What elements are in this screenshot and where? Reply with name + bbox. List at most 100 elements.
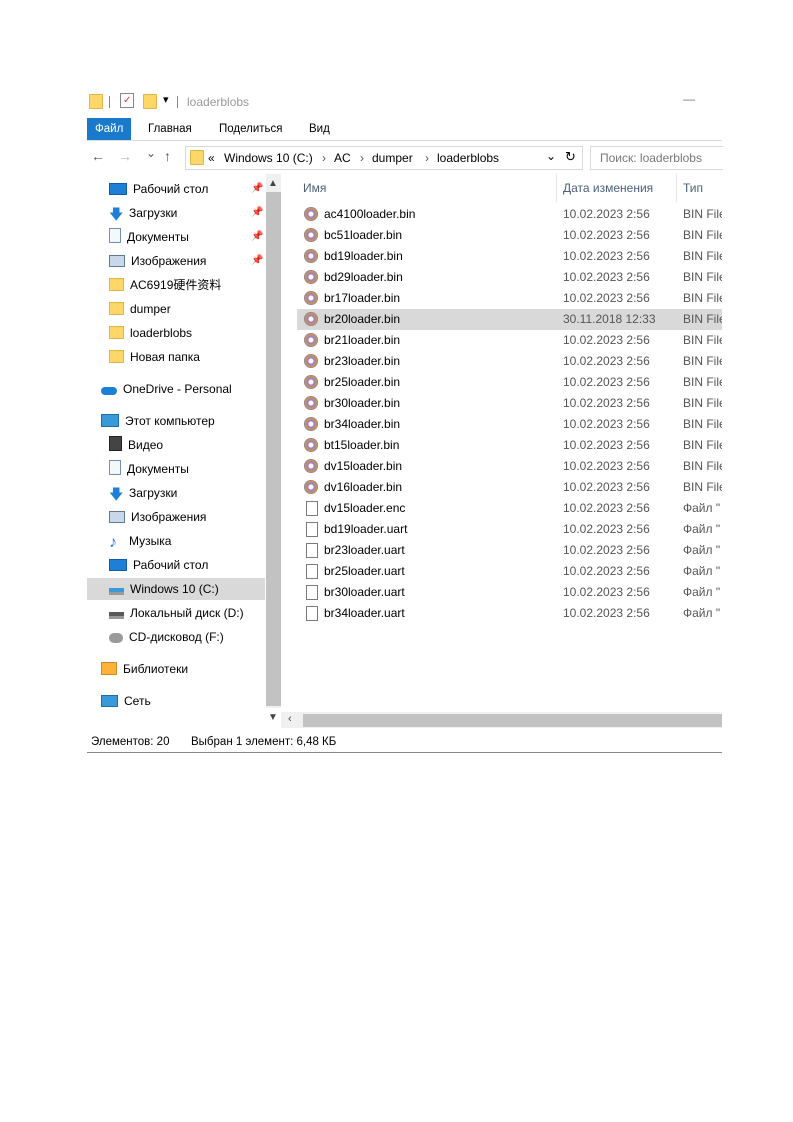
file-date: 10.02.2023 2:56: [563, 585, 650, 599]
nav-pc-pictures[interactable]: Изображения: [109, 506, 206, 528]
nav-pc-windows-drive[interactable]: Windows 10 (C:): [87, 578, 265, 600]
bin-file-icon: [304, 228, 318, 242]
back-button[interactable]: ←: [91, 148, 105, 164]
file-row[interactable]: br25loader.uart 10.02.2023 2:56 Файл ": [297, 561, 722, 582]
file-row[interactable]: dv16loader.bin 10.02.2023 2:56 BIN File: [297, 477, 722, 498]
breadcrumb-separator[interactable]: ›: [322, 151, 326, 165]
breadcrumb-loaderblobs[interactable]: loaderblobs: [437, 151, 499, 165]
nav-folder-dumper[interactable]: dumper: [109, 298, 171, 320]
column-divider[interactable]: [676, 174, 677, 202]
column-divider[interactable]: [556, 174, 557, 202]
nav-pc-desktop[interactable]: Рабочий стол: [109, 554, 208, 576]
nav-folder-ac6919[interactable]: AC6919硬件资料: [109, 274, 221, 296]
file-row[interactable]: bd19loader.uart 10.02.2023 2:56 Файл ": [297, 519, 722, 540]
file-row[interactable]: ac4100loader.bin 10.02.2023 2:56 BIN File: [297, 204, 722, 225]
file-date: 10.02.2023 2:56: [563, 207, 650, 221]
file-date: 10.02.2023 2:56: [563, 333, 650, 347]
properties-icon[interactable]: ✓: [120, 93, 134, 108]
scroll-down-icon[interactable]: ▼: [268, 712, 278, 723]
window-title: loaderblobs: [187, 95, 250, 109]
nav-pc-music[interactable]: ♪ Музыка: [109, 530, 171, 552]
file-row[interactable]: bt15loader.bin 10.02.2023 2:56 BIN File: [297, 435, 722, 456]
file-row[interactable]: bd29loader.bin 10.02.2023 2:56 BIN File: [297, 267, 722, 288]
file-type: BIN File: [683, 312, 722, 326]
nav-pc-drive-d[interactable]: Локальный диск (D:): [109, 602, 244, 624]
minimize-button[interactable]: —: [683, 92, 695, 106]
column-header-type[interactable]: Тип: [683, 174, 703, 202]
breadcrumb-separator[interactable]: ›: [425, 151, 429, 165]
nav-network[interactable]: Сеть: [101, 690, 151, 712]
nav-pc-cd-drive[interactable]: CD-дисковод (F:): [109, 626, 224, 648]
nav-scrollbar-thumb[interactable]: [266, 192, 281, 706]
breadcrumb-separator[interactable]: ›: [360, 151, 364, 165]
bin-file-icon: [304, 312, 318, 326]
file-row[interactable]: br23loader.bin 10.02.2023 2:56 BIN File: [297, 351, 722, 372]
file-row[interactable]: br23loader.uart 10.02.2023 2:56 Файл ": [297, 540, 722, 561]
recent-locations-button[interactable]: ⌄: [146, 146, 156, 160]
forward-button[interactable]: →: [118, 148, 132, 164]
file-name: br34loader.uart: [324, 606, 405, 620]
horizontal-scrollbar-thumb[interactable]: [303, 714, 722, 727]
file-row[interactable]: br30loader.bin 10.02.2023 2:56 BIN File: [297, 393, 722, 414]
tab-share[interactable]: Поделиться: [211, 118, 291, 140]
refresh-icon[interactable]: ↻: [565, 149, 576, 165]
file-type: BIN File: [683, 396, 722, 410]
file-type: BIN File: [683, 354, 722, 368]
nav-this-pc[interactable]: Этот компьютер: [101, 410, 215, 432]
search-input[interactable]: Поиск: loaderblobs: [590, 146, 723, 170]
network-icon: [101, 695, 118, 707]
breadcrumb-dumper[interactable]: dumper: [372, 151, 413, 165]
nav-folder-new[interactable]: Новая папка: [109, 346, 200, 368]
file-type: BIN File: [683, 480, 722, 494]
file-row[interactable]: br34loader.uart 10.02.2023 2:56 Файл ": [297, 603, 722, 624]
address-dropdown-icon[interactable]: ⌄: [546, 149, 556, 163]
file-name: ac4100loader.bin: [324, 207, 416, 221]
nav-pc-downloads[interactable]: 🡇 Загрузки: [109, 482, 177, 504]
tab-view[interactable]: Вид: [301, 118, 338, 140]
address-row: ← → ⌄ ↑ « Windows 10 (C:) › AC › dumper …: [87, 144, 723, 170]
quick-access-dropdown-icon[interactable]: ▾: [163, 93, 169, 106]
address-overflow[interactable]: «: [208, 151, 215, 165]
file-row[interactable]: br30loader.uart 10.02.2023 2:56 Файл ": [297, 582, 722, 603]
file-row[interactable]: br21loader.bin 10.02.2023 2:56 BIN File: [297, 330, 722, 351]
file-name: bd19loader.bin: [324, 249, 403, 263]
pin-icon[interactable]: 📌: [251, 183, 263, 194]
nav-quick-documents[interactable]: Документы: [109, 226, 189, 248]
nav-pc-documents[interactable]: Документы: [109, 458, 189, 480]
file-row[interactable]: bc51loader.bin 10.02.2023 2:56 BIN File: [297, 225, 722, 246]
nav-folder-loaderblobs[interactable]: loaderblobs: [109, 322, 192, 344]
nav-quick-downloads[interactable]: 🡇 Загрузки: [109, 202, 177, 224]
breadcrumb-ac[interactable]: AC: [334, 151, 351, 165]
tab-home[interactable]: Главная: [140, 118, 200, 140]
file-row[interactable]: br17loader.bin 10.02.2023 2:56 BIN File: [297, 288, 722, 309]
file-row[interactable]: br34loader.bin 10.02.2023 2:56 BIN File: [297, 414, 722, 435]
nav-quick-pictures[interactable]: Изображения: [109, 250, 206, 272]
nav-quick-desktop[interactable]: Рабочий стол: [109, 178, 208, 200]
pin-icon[interactable]: 📌: [251, 231, 263, 242]
file-row[interactable]: bd19loader.bin 10.02.2023 2:56 BIN File: [297, 246, 722, 267]
tab-file[interactable]: Файл: [87, 118, 132, 140]
scroll-left-icon[interactable]: ‹: [288, 713, 292, 725]
file-icon: [306, 564, 318, 579]
pin-icon[interactable]: 📌: [251, 255, 263, 266]
file-row[interactable]: dv15loader.enc 10.02.2023 2:56 Файл ": [297, 498, 722, 519]
pin-icon[interactable]: 📌: [251, 207, 263, 218]
file-date: 10.02.2023 2:56: [563, 522, 650, 536]
scroll-up-icon[interactable]: ▲: [268, 178, 278, 189]
file-name: br25loader.bin: [324, 375, 401, 389]
column-header-name[interactable]: Имя: [303, 174, 326, 202]
up-button[interactable]: ↑: [164, 148, 171, 164]
address-bar[interactable]: « Windows 10 (C:) › AC › dumper › loader…: [185, 146, 583, 170]
nav-onedrive[interactable]: OneDrive - Personal: [101, 378, 232, 400]
nav-pc-video[interactable]: Видео: [109, 434, 163, 456]
nav-libraries[interactable]: Библиотеки: [101, 658, 188, 680]
new-folder-icon[interactable]: [143, 94, 157, 109]
breadcrumb-drive[interactable]: Windows 10 (C:): [224, 151, 313, 165]
column-header-date[interactable]: Дата изменения: [563, 174, 653, 202]
file-row[interactable]: dv15loader.bin 10.02.2023 2:56 BIN File: [297, 456, 722, 477]
file-row[interactable]: br20loader.bin 30.11.2018 12:33 BIN File: [297, 309, 722, 330]
desktop-icon: [109, 183, 127, 195]
bin-file-icon: [304, 459, 318, 473]
cd-drive-icon: [109, 633, 123, 643]
file-row[interactable]: br25loader.bin 10.02.2023 2:56 BIN File: [297, 372, 722, 393]
